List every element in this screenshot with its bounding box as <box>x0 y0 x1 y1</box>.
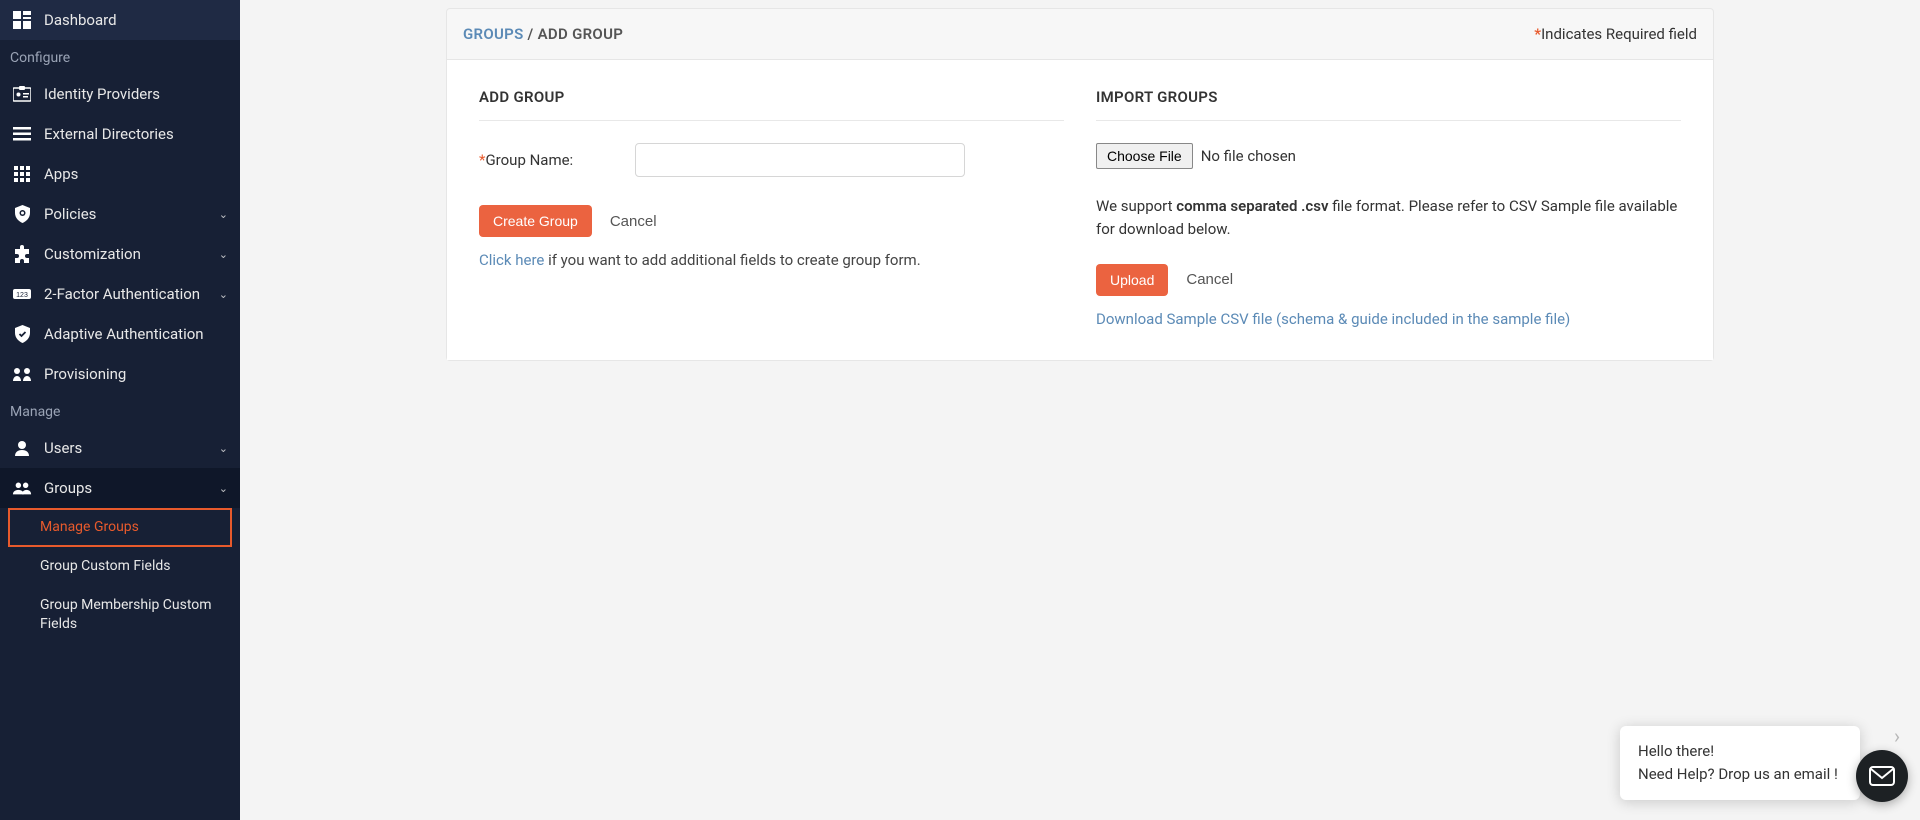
label-text: Group Name: <box>485 151 573 169</box>
import-groups-panel: IMPORT GROUPS Choose File No file chosen… <box>1096 88 1681 328</box>
import-groups-title: IMPORT GROUPS <box>1096 88 1681 121</box>
add-group-title: ADD GROUP <box>479 88 1064 121</box>
apps-grid-icon <box>12 164 32 184</box>
cancel-import-button[interactable]: Cancel <box>1186 271 1233 288</box>
main-content: GROUPS / ADD GROUP *Indicates Required f… <box>240 0 1920 820</box>
puzzle-icon <box>12 244 32 264</box>
breadcrumb-sep: / <box>524 25 538 43</box>
chat-bubble: Hello there! Need Help? Drop us an email… <box>1620 726 1860 801</box>
sidebar-item-identity-providers[interactable]: Identity Providers <box>0 74 240 114</box>
chevron-down-icon: ⌄ <box>219 288 228 301</box>
sidebar: Dashboard Configure Identity Providers E… <box>0 0 240 820</box>
chevron-down-icon: ⌄ <box>219 208 228 221</box>
sidebar-item-label: Provisioning <box>44 365 126 383</box>
content-card: GROUPS / ADD GROUP *Indicates Required f… <box>446 8 1714 361</box>
chat-close-button[interactable]: › <box>1894 724 1900 748</box>
file-row: Choose File No file chosen <box>1096 143 1681 169</box>
sub-item-manage-groups[interactable]: Manage Groups <box>8 508 232 547</box>
sidebar-item-external-directories[interactable]: External Directories <box>0 114 240 154</box>
sidebar-item-label: Customization <box>44 245 141 263</box>
required-field-indicator: *Indicates Required field <box>1534 25 1697 43</box>
sub-item-group-custom-fields[interactable]: Group Custom Fields <box>0 547 240 586</box>
sidebar-item-label: Policies <box>44 205 96 223</box>
required-text: Indicates Required field <box>1541 25 1697 43</box>
group-name-row: *Group Name: <box>479 143 1064 177</box>
download-sample-row: Download Sample CSV file (schema & guide… <box>1096 310 1681 328</box>
choose-file-button[interactable]: Choose File <box>1096 143 1193 169</box>
pin-icon: 123 <box>12 284 32 304</box>
shield-search-icon <box>12 204 32 224</box>
file-status-text: No file chosen <box>1201 147 1296 165</box>
csv-info-text: We support comma separated .csv file for… <box>1096 195 1681 242</box>
sidebar-item-adaptive-auth[interactable]: Adaptive Authentication <box>0 314 240 354</box>
sidebar-item-label: External Directories <box>44 125 174 143</box>
users-sync-icon <box>12 364 32 384</box>
sidebar-item-label: 2-Factor Authentication <box>44 285 200 303</box>
groups-submenu: Manage Groups Group Custom Fields Group … <box>0 508 240 644</box>
shield-check-icon <box>12 324 32 344</box>
sub-item-group-membership-custom-fields[interactable]: Group Membership Custom Fields <box>0 586 240 644</box>
sidebar-item-policies[interactable]: Policies ⌄ <box>0 194 240 234</box>
sidebar-item-apps[interactable]: Apps <box>0 154 240 194</box>
upload-button[interactable]: Upload <box>1096 264 1168 296</box>
sidebar-item-label: Identity Providers <box>44 85 160 103</box>
click-here-link[interactable]: Click here <box>479 251 544 269</box>
sidebar-item-label: Users <box>44 439 82 457</box>
dashboard-icon <box>12 10 32 30</box>
create-group-button[interactable]: Create Group <box>479 205 592 237</box>
sidebar-item-provisioning[interactable]: Provisioning <box>0 354 240 394</box>
breadcrumb: GROUPS / ADD GROUP <box>463 25 623 43</box>
help-suffix: if you want to add additional fields to … <box>544 251 920 269</box>
sidebar-item-groups[interactable]: Groups ⌄ <box>0 468 240 508</box>
sidebar-item-customization[interactable]: Customization ⌄ <box>0 234 240 274</box>
chat-greeting: Hello there! <box>1638 740 1842 763</box>
mail-icon <box>1869 766 1895 786</box>
breadcrumb-groups-link[interactable]: GROUPS <box>463 25 524 43</box>
card-body: ADD GROUP *Group Name: Create Group Canc… <box>447 60 1713 360</box>
breadcrumb-current: ADD GROUP <box>538 25 624 43</box>
sidebar-item-label: Adaptive Authentication <box>44 325 204 343</box>
sidebar-item-2fa[interactable]: 123 2-Factor Authentication ⌄ <box>0 274 240 314</box>
list-icon <box>12 124 32 144</box>
import-actions: Upload Cancel <box>1096 264 1681 296</box>
user-icon <box>12 438 32 458</box>
id-card-icon <box>12 84 32 104</box>
sidebar-section-configure: Configure <box>0 40 240 74</box>
chat-help-text: Need Help? Drop us an email ! <box>1638 763 1842 786</box>
add-group-panel: ADD GROUP *Group Name: Create Group Canc… <box>479 88 1064 328</box>
group-icon <box>12 478 32 498</box>
sidebar-item-label: Dashboard <box>44 11 117 29</box>
chevron-down-icon: ⌄ <box>219 482 228 495</box>
download-sample-link[interactable]: Download Sample CSV file (schema & guide… <box>1096 310 1570 328</box>
svg-text:123: 123 <box>16 292 28 299</box>
cancel-add-button[interactable]: Cancel <box>610 213 657 230</box>
sidebar-section-manage: Manage <box>0 394 240 428</box>
sidebar-item-users[interactable]: Users ⌄ <box>0 428 240 468</box>
sidebar-item-label: Apps <box>44 165 78 183</box>
add-fields-help: Click here if you want to add additional… <box>479 251 1064 269</box>
chevron-down-icon: ⌄ <box>219 248 228 261</box>
card-header: GROUPS / ADD GROUP *Indicates Required f… <box>447 9 1713 60</box>
add-group-actions: Create Group Cancel <box>479 205 1064 237</box>
chat-fab-button[interactable] <box>1856 750 1908 802</box>
sidebar-item-label: Groups <box>44 479 92 497</box>
info-bold: comma separated .csv <box>1176 197 1328 215</box>
chevron-down-icon: ⌄ <box>219 442 228 455</box>
group-name-input[interactable] <box>635 143 965 177</box>
group-name-label: *Group Name: <box>479 151 619 169</box>
sidebar-item-dashboard[interactable]: Dashboard <box>0 0 240 40</box>
info-prefix: We support <box>1096 197 1176 215</box>
